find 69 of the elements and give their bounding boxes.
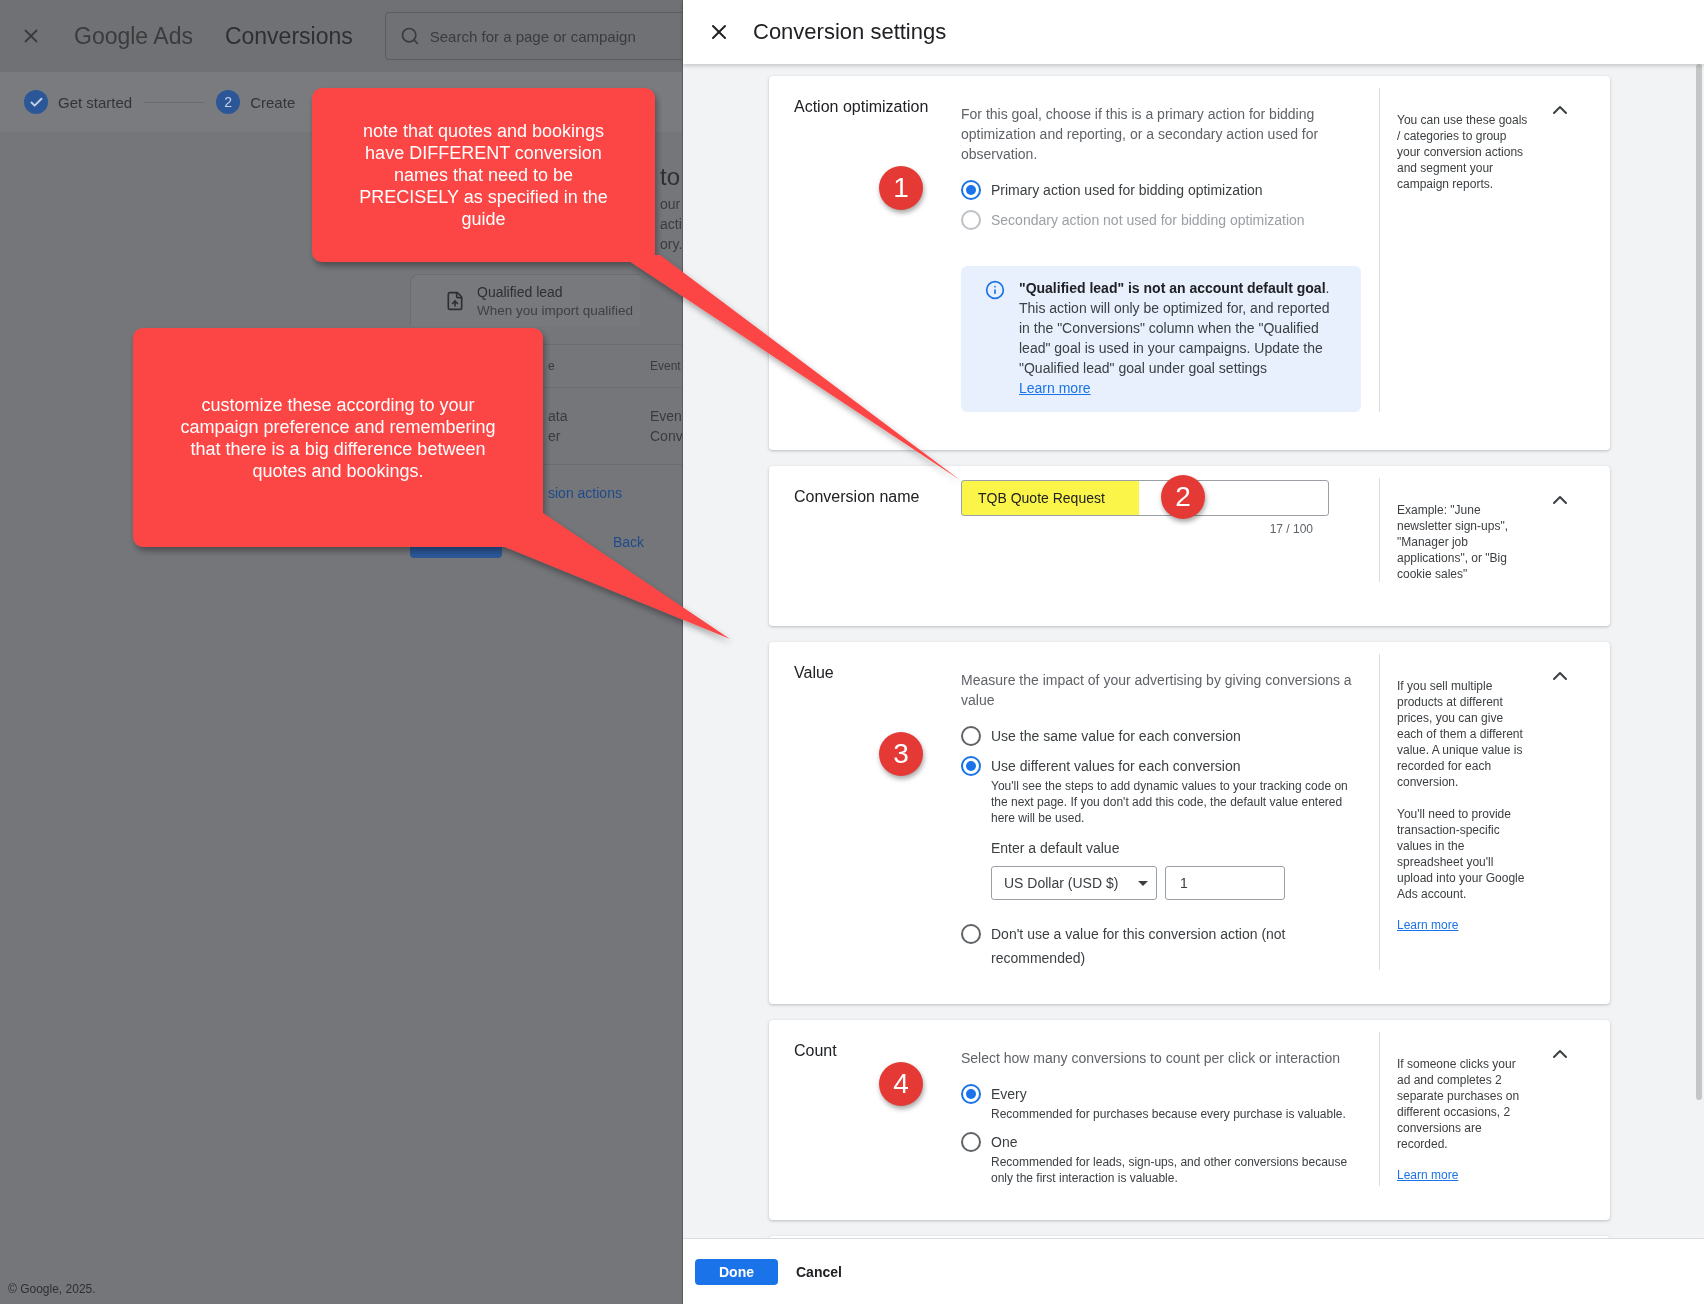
radio-button[interactable] [961, 1084, 981, 1104]
section-title: Count [794, 1042, 837, 1060]
number-badge: 1 [879, 166, 923, 210]
section-title: Action optimization [794, 98, 929, 116]
radio-button[interactable] [961, 180, 981, 200]
help-text: Example: "June newsletter sign-ups", "Manager job applications", or "Big cookie sales" [1397, 502, 1509, 582]
radio-button[interactable] [961, 756, 981, 776]
character-counter: 17 / 100 [1268, 522, 1313, 536]
body-text: ory. [660, 235, 682, 254]
radio-button[interactable] [961, 1132, 981, 1152]
copyright-text: © Google, 2025. [8, 1282, 96, 1296]
callout-text: customize these according to your campaign preference and remembering that there is a big difference between quotes and bookings. [179, 393, 497, 483]
section-description: For this goal, choose if this is a primary action for bidding optimization and reporting, or a secondary action used for observation. [961, 105, 1320, 164]
goal-title: Qualified lead [477, 283, 564, 300]
option-label: Primary action used for bidding optimization [991, 181, 1263, 200]
goal-description: When you import qualified [477, 302, 634, 318]
number-badge: 3 [879, 732, 923, 776]
goal-card[interactable]: Qualified lead When you import qualified [410, 274, 640, 326]
body-text: acti [660, 215, 682, 234]
file-upload-icon [445, 290, 465, 311]
notice-text: "Qualified lead" is not an account default goal. This action will only be optimized for, and reported in the "Conversions" column when the "Qualified lead" goal is used in your campaigns. Update the "Qualified lead" goal under goal settings Learn more [1019, 279, 1331, 398]
option-description: You'll see the steps to add dynamic values to your tracking code on the next page. If you don't add this code, the default value entered here will be used. [991, 778, 1349, 826]
option-label: Secondary action not used for bidding optimization [991, 211, 1305, 230]
cancel-button[interactable]: Cancel [796, 1258, 842, 1285]
product-name: Google Ads [74, 22, 193, 50]
help-text: You can use these goals / categories to group your conversion actions and segment your campaign reports. [1397, 112, 1528, 192]
column-header: e [548, 359, 556, 373]
section-title: Value [794, 664, 834, 682]
step-label: Get started [58, 93, 133, 111]
option-label: Use different values for each conversion [991, 757, 1241, 776]
scrollbar-thumb[interactable] [1696, 64, 1702, 1100]
help-text: If you sell multiple products at different prices, you can give each of them a different value. A unique value is recorded for each conversion. [1397, 678, 1524, 790]
help-text: If someone clicks your ad and completes 2 separate purchases on different occasions, 2 conversions are recorded. [1397, 1056, 1521, 1152]
heading-text: to [660, 162, 681, 192]
option-label: One [991, 1133, 1018, 1152]
learn-more-link[interactable]: Learn more [1397, 918, 1459, 932]
table-cell-text: er [548, 428, 562, 444]
radio-button[interactable] [961, 924, 981, 944]
help-text: You'll need to provide transaction-specific values in the spreadsheet you'll upload into your Google Ads account. [1397, 806, 1526, 902]
column-header: Event [650, 359, 682, 373]
callout-text: note that quotes and bookings have DIFFERENT conversion names that need to be PRECISELY as specified in the guide [358, 120, 609, 231]
table-cell: Even [650, 408, 682, 424]
value-field[interactable]: 1 [1165, 866, 1285, 900]
step-label: Create [250, 93, 296, 111]
number-badge: 4 [879, 1062, 923, 1106]
option-description: Recommended for leads, sign-ups, and other conversions because only the first interaction is valuable. [991, 1154, 1349, 1186]
done-button[interactable]: Done [695, 1258, 778, 1285]
page-title: Conversions [224, 22, 353, 50]
info-icon [985, 280, 1005, 300]
section-description: Measure the impact of your advertising by giving conversions a value [961, 671, 1353, 710]
search-icon [399, 26, 420, 46]
step-number: 2 [216, 90, 241, 114]
option-label: Use the same value for each conversion [991, 727, 1241, 746]
option-label: Every [991, 1085, 1027, 1104]
field-label: Enter a default value [991, 840, 1120, 856]
currency-dropdown[interactable]: US Dollar (USD $) [991, 866, 1157, 900]
learn-more-link[interactable]: Learn more [1397, 1168, 1459, 1182]
radio-button[interactable] [961, 726, 981, 746]
section-title: Conversion name [794, 488, 920, 506]
number-badge: 2 [1161, 475, 1205, 519]
table-cell-text: ata [548, 408, 569, 424]
caret-icon [1138, 880, 1148, 886]
option-label: Don't use a value for this conversion action (not recommended) [991, 925, 1287, 968]
table-cell: Conv [650, 428, 682, 444]
option-description: Recommended for purchases because every purchase is valuable. [991, 1106, 1347, 1122]
panel-title: Conversion settings [753, 19, 947, 45]
section-description: Select how many conversions to count per click or interaction [961, 1049, 1341, 1068]
learn-more-link[interactable]: Learn more [1019, 380, 1091, 396]
body-text: our [660, 195, 682, 214]
